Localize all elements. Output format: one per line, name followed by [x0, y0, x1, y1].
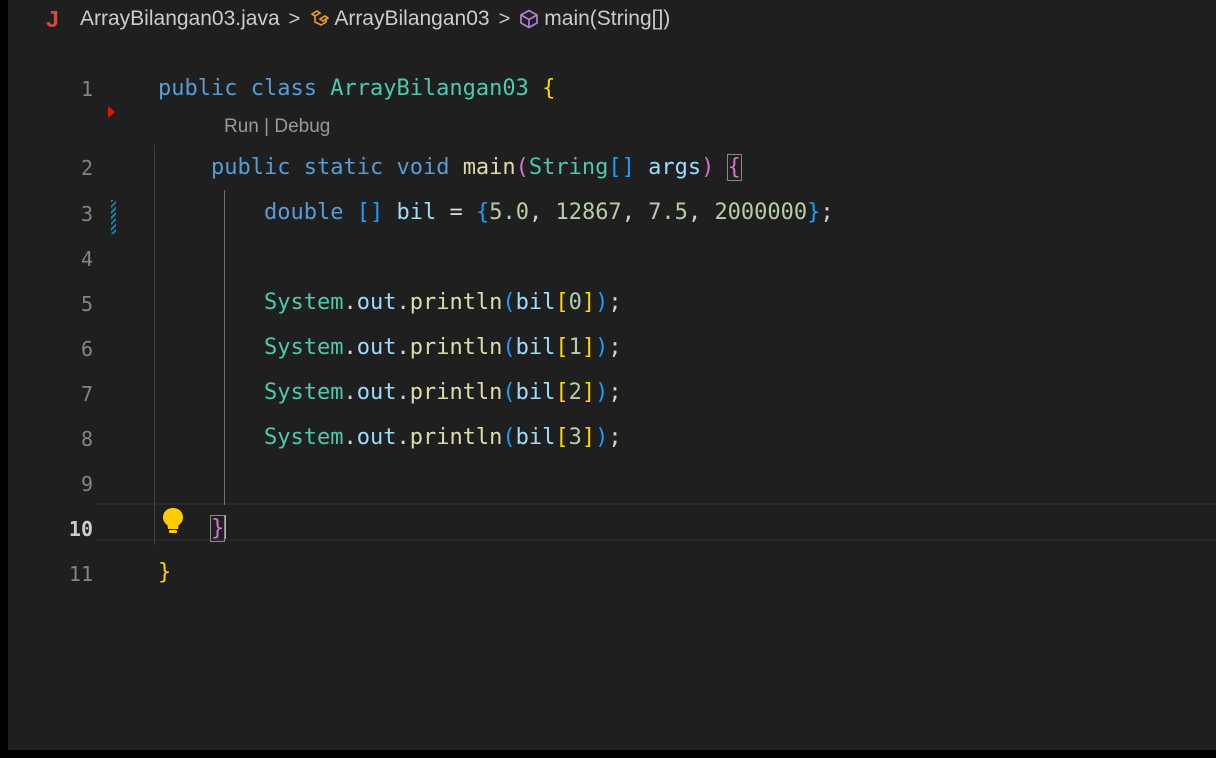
variable: bil [396, 200, 437, 225]
bracket: ) [595, 425, 609, 450]
bracket: [ [555, 425, 569, 450]
line-number: 4 [80, 247, 93, 271]
method-name: println [409, 380, 503, 405]
code-line-2[interactable]: public static void main(String[] args) { [158, 154, 742, 181]
index-literal: 2 [568, 380, 582, 405]
number-literal: 7.5 [648, 200, 688, 225]
bracket: [] [608, 155, 635, 180]
index-literal: 0 [568, 290, 582, 315]
keyword: class [250, 76, 317, 101]
type-name: String [528, 155, 609, 180]
code-editor[interactable]: J ArrayBilangan03.java > ArrayBilangan03… [8, 0, 1216, 750]
class-name: System [263, 425, 344, 450]
bracket: ( [502, 425, 516, 450]
code-line-6[interactable]: System.out.println(bil[1]); [158, 335, 622, 361]
breadcrumb-separator: > [288, 7, 301, 30]
parameter: args [648, 155, 702, 180]
bracket: ) [595, 335, 609, 360]
keyword: static [303, 155, 384, 180]
line-number: 7 [80, 382, 93, 406]
bracket: ( [502, 335, 516, 360]
line-number: 3 [80, 202, 93, 226]
bracket: ] [581, 290, 596, 315]
breadcrumb-method[interactable]: main(String[]) [544, 7, 670, 31]
number-literal: 12867 [555, 200, 622, 225]
number-literal: 5.0 [489, 200, 529, 225]
field: out [356, 380, 397, 405]
bracket: ] [581, 380, 596, 405]
breadcrumb: ArrayBilangan03.java > ArrayBilangan03 >… [8, 0, 1216, 38]
code-line-3[interactable]: double [] bil = {5.0, 12867, 7.5, 200000… [158, 200, 834, 226]
variable: bil [515, 380, 556, 405]
code-line-8[interactable]: System.out.println(bil[3]); [158, 425, 622, 451]
codelens-run-link[interactable]: Run [224, 116, 259, 137]
class-name: System [263, 335, 344, 360]
breadcrumb-file[interactable]: ArrayBilangan03.java [80, 7, 280, 31]
line-number-active: 10 [68, 517, 93, 541]
line-number: 2 [80, 156, 93, 180]
breadcrumb-separator: > [498, 7, 511, 30]
line-number: 11 [68, 562, 93, 586]
method-name: println [409, 290, 503, 315]
field: out [356, 290, 397, 315]
bracket: [ [555, 290, 569, 315]
line-number: 9 [80, 472, 93, 496]
line-number: 1 [80, 77, 93, 101]
bracket: ( [502, 380, 516, 405]
bracket: ) [701, 155, 715, 180]
field: out [356, 425, 397, 450]
matched-bracket: { [726, 154, 742, 181]
keyword: public [210, 155, 291, 180]
variable: bil [515, 425, 556, 450]
code-line-7[interactable]: System.out.println(bil[2]); [158, 380, 622, 406]
code-line-5[interactable]: System.out.println(bil[0]); [158, 290, 622, 316]
code-line-11[interactable]: } [158, 560, 171, 586]
line-number: 8 [80, 427, 93, 451]
method-name: println [409, 425, 503, 450]
bracket: { [475, 200, 490, 225]
bracket: ) [595, 290, 609, 315]
field: out [356, 335, 397, 360]
bracket: ] [581, 425, 596, 450]
bracket: [] [356, 200, 384, 225]
keyword: double [263, 200, 344, 225]
class-name: System [263, 380, 344, 405]
current-line-highlight [96, 503, 1216, 541]
text-cursor [224, 515, 227, 539]
bracket: ] [581, 335, 596, 360]
bracket: } [158, 560, 172, 585]
matched-bracket: } [209, 515, 226, 542]
index-literal: 3 [568, 425, 582, 450]
variable: bil [515, 290, 556, 315]
bracket: { [542, 76, 556, 101]
line-number: 6 [80, 337, 93, 361]
method-cube-icon [520, 9, 539, 29]
codelens: Run | Debug [224, 116, 330, 138]
keyword: void [396, 155, 450, 180]
breadcrumb-class[interactable]: ArrayBilangan03 [334, 7, 489, 31]
line-number: 5 [80, 292, 93, 316]
indent-guide [154, 145, 155, 545]
bracket: ( [515, 155, 529, 180]
class-icon [310, 10, 330, 26]
code-line-1[interactable]: public class ArrayBilangan03 { [158, 76, 555, 102]
modified-lines-indicator[interactable] [111, 200, 116, 234]
number-literal: 2000000 [714, 200, 808, 225]
method-name: println [409, 335, 503, 360]
code-line-10[interactable]: } [158, 515, 227, 542]
keyword: public [158, 76, 238, 101]
variable: bil [515, 335, 556, 360]
bracket: } [807, 200, 821, 225]
index-literal: 1 [568, 335, 582, 360]
bracket: [ [555, 335, 569, 360]
bracket: ( [502, 290, 516, 315]
codelens-separator: | [264, 116, 270, 137]
codelens-debug-link[interactable]: Debug [274, 116, 330, 137]
run-arrow-icon[interactable] [108, 106, 115, 118]
class-name: ArrayBilangan03 [330, 76, 529, 101]
bracket: ) [595, 380, 609, 405]
method-name: main [462, 155, 516, 180]
class-name: System [263, 290, 344, 315]
bracket: [ [555, 380, 569, 405]
